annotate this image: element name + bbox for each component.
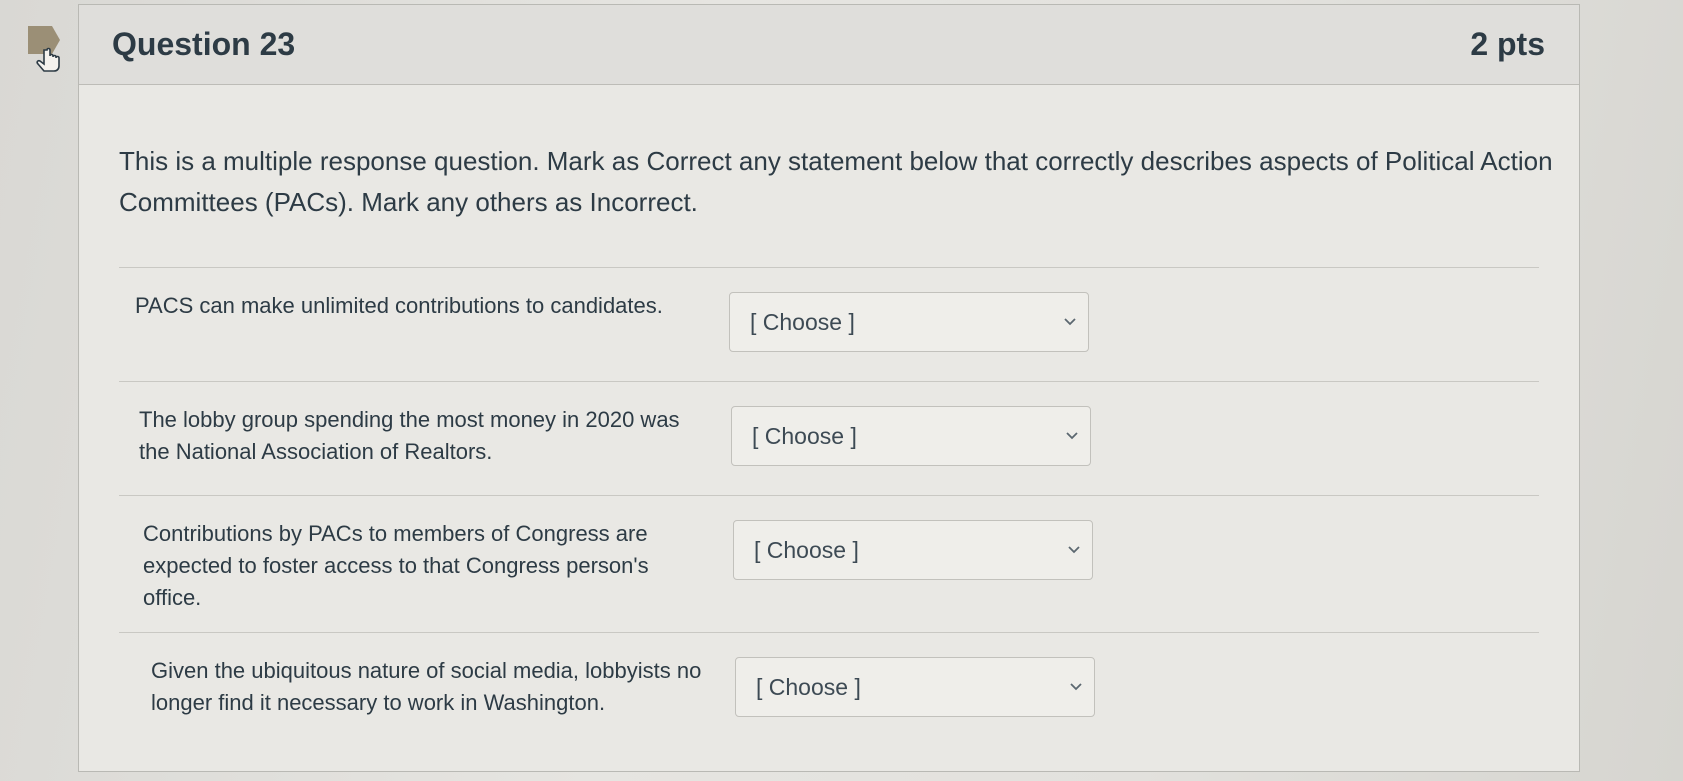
question-title: Question 23	[112, 26, 296, 62]
answer-dropdown[interactable]: [ Choose ]	[733, 520, 1093, 580]
question-prompt: This is a multiple response question. Ma…	[119, 146, 1553, 217]
answer-dropdown[interactable]: [ Choose ]	[731, 406, 1091, 466]
dropdown-value: [ Choose ]	[752, 422, 857, 449]
dropdown-value: [ Choose ]	[754, 536, 859, 563]
chevron-down-icon	[1066, 432, 1078, 440]
answer-dropdown[interactable]: [ Choose ]	[735, 657, 1095, 717]
question-body: This is a multiple response question. Ma…	[79, 141, 1579, 746]
question-card: Question 23 2 pts This is a multiple res…	[78, 4, 1580, 772]
answer-row: Given the ubiquitous nature of social me…	[119, 633, 1539, 746]
answer-statement: The lobby group spending the most money …	[139, 407, 680, 464]
dropdown-value: [ Choose ]	[750, 308, 855, 335]
answer-statement: Given the ubiquitous nature of social me…	[151, 658, 702, 715]
chevron-down-icon	[1064, 318, 1076, 326]
answer-statement: PACS can make unlimited contributions to…	[135, 293, 663, 318]
question-points: 2 pts	[1470, 26, 1545, 62]
question-header: Question 23 2 pts	[79, 5, 1579, 85]
flag-question-icon[interactable]	[26, 24, 72, 78]
answer-list: PACS can make unlimited contributions to…	[119, 267, 1539, 746]
answer-dropdown[interactable]: [ Choose ]	[729, 292, 1089, 352]
dropdown-value: [ Choose ]	[756, 673, 861, 700]
chevron-down-icon	[1068, 546, 1080, 554]
answer-statement: Contributions by PACs to members of Cong…	[143, 521, 649, 610]
answer-row: Contributions by PACs to members of Cong…	[119, 496, 1539, 632]
chevron-down-icon	[1070, 683, 1082, 691]
answer-row: The lobby group spending the most money …	[119, 382, 1539, 495]
answer-row: PACS can make unlimited contributions to…	[119, 268, 1539, 381]
